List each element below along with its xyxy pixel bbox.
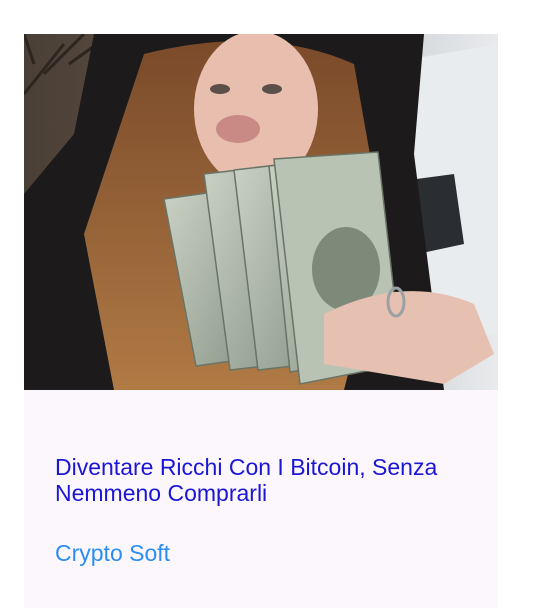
ad-source-label[interactable]: Crypto Soft — [55, 539, 170, 567]
ad-headline-link[interactable]: Diventare Ricchi Con I Bitcoin, Senza Ne… — [55, 454, 475, 506]
sponsored-ad-card[interactable]: Diventare Ricchi Con I Bitcoin, Senza Ne… — [24, 34, 498, 608]
ad-thumbnail-image[interactable] — [24, 34, 498, 390]
